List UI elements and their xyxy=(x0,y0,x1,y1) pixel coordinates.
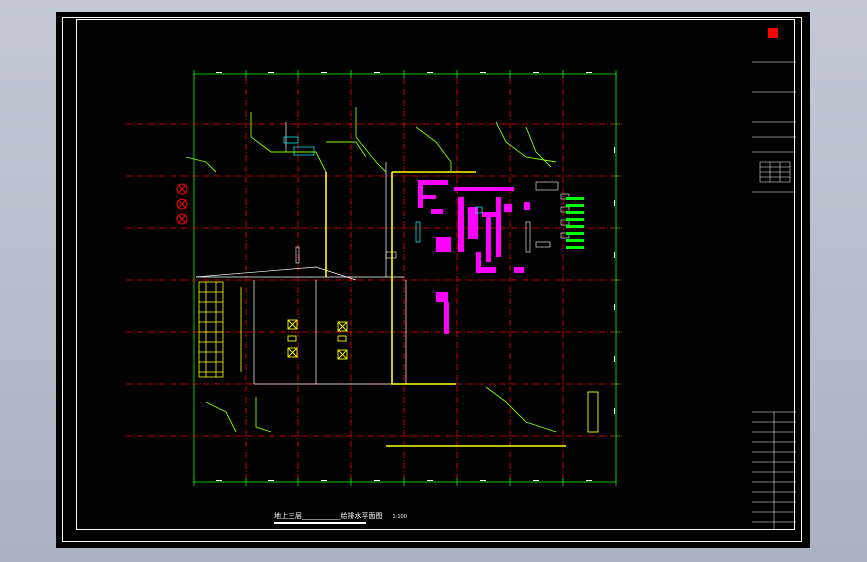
drawing-title-text: 地上三层___________给排水平面图 xyxy=(274,512,383,520)
plumbing-fixtures-magenta xyxy=(418,180,530,334)
cad-viewport[interactable]: 地上三层___________给排水平面图 1:100 xyxy=(56,12,810,548)
fire-hydrant-symbols xyxy=(176,183,188,225)
floor-plan-drawing xyxy=(126,28,796,530)
equipment-boxes xyxy=(287,319,599,433)
dimension-lines xyxy=(193,70,620,486)
axis-grid xyxy=(126,78,622,478)
dimension-marks xyxy=(216,72,615,481)
equipment-fittings xyxy=(295,181,570,264)
title-block-lines xyxy=(752,28,796,530)
plumbing-fixtures-cyan xyxy=(283,136,483,243)
drawing-title-underline xyxy=(274,522,366,524)
stair-escalator xyxy=(198,281,242,378)
drawing-title: 地上三层___________给排水平面图 1:100 xyxy=(274,511,407,521)
drawing-scale: 1:100 xyxy=(392,514,407,520)
walls xyxy=(195,122,407,385)
pipes-green xyxy=(185,107,557,433)
